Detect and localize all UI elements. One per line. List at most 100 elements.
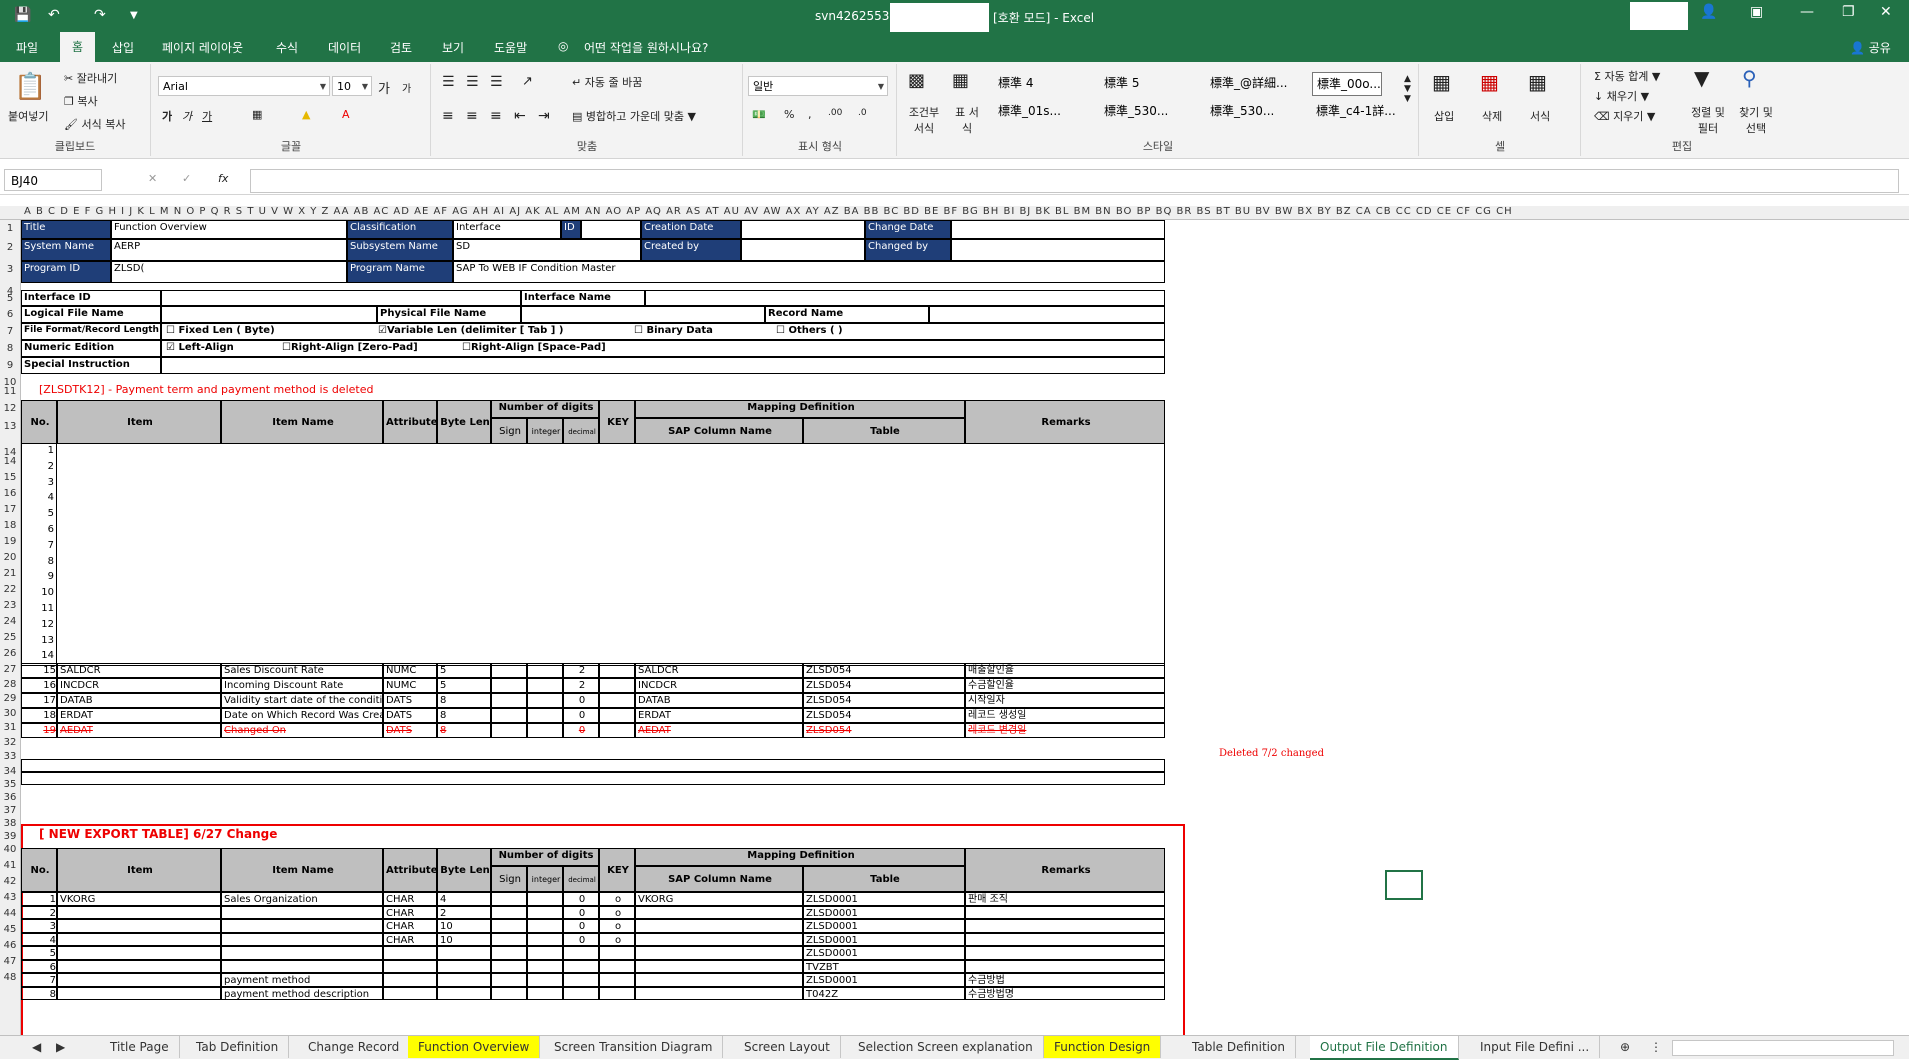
binary-data-option[interactable]: ☐ Binary Data	[634, 324, 713, 337]
row-headers[interactable]: 1 2 3 4 5 6 7 8 9 10 11 12 13 14 14 15 16 17 18 19 20 21 22 23 2…	[0, 220, 21, 1035]
style-item[interactable]: 標準_530...	[1206, 100, 1274, 122]
cell-rem[interactable]: 매출할인율	[965, 663, 1165, 678]
style-item[interactable]: 標準_c4-1詳...	[1312, 100, 1396, 122]
cell-name[interactable]: Changed On	[221, 723, 383, 738]
cell-name[interactable]: Incoming Discount Rate	[221, 678, 383, 693]
cell-item[interactable]: DATAB	[57, 693, 221, 708]
row-number[interactable]: 42	[0, 876, 20, 887]
cell-no[interactable]: 7	[21, 973, 57, 987]
grow-font-button[interactable]: 가	[378, 78, 390, 97]
row-number[interactable]: 39	[0, 831, 20, 842]
cell-sap[interactable]	[635, 986, 803, 1000]
cell-rem[interactable]	[965, 932, 1165, 946]
cell-empty[interactable]	[527, 905, 563, 919]
column-headers[interactable]: A B C D E F G H I J K L M N O P Q R S T …	[0, 206, 1909, 220]
delete-cells-icon[interactable]: ▦	[1480, 70, 1499, 94]
row-number[interactable]: 41	[0, 860, 20, 871]
sheet-tab[interactable]: Title Page	[100, 1036, 180, 1058]
cell-item[interactable]	[57, 919, 221, 933]
row-number[interactable]: 44	[0, 908, 20, 919]
cell-name[interactable]: Sales Organization	[221, 892, 383, 906]
cell-item[interactable]	[57, 959, 221, 973]
cell-sap[interactable]	[635, 959, 803, 973]
format-painter-button[interactable]: 🖌 서식 복사	[64, 116, 125, 132]
cell-dec[interactable]: 2	[563, 678, 599, 693]
fill-button[interactable]: ↓ 채우기 ▼	[1594, 88, 1649, 104]
cell-attr[interactable]: DATS	[383, 693, 437, 708]
number-format-combo[interactable]: 일반 ▼	[748, 76, 888, 96]
bold-button[interactable]: 가	[162, 108, 172, 124]
worksheet[interactable]: Title Function Overview Classification I…	[21, 220, 1909, 1035]
cell-attr[interactable]	[383, 986, 437, 1000]
cell-rem[interactable]: 레코드 생성일	[965, 708, 1165, 723]
cancel-icon[interactable]: ✕	[148, 172, 157, 185]
row-number[interactable]: 27	[0, 664, 20, 675]
sheet-tab[interactable]: Screen Layout	[734, 1036, 841, 1058]
cell-key[interactable]	[599, 959, 635, 973]
align-middle-icon[interactable]: ☰	[466, 74, 479, 90]
cell-len[interactable]: 8	[437, 723, 491, 738]
cell-attr[interactable]: CHAR	[383, 892, 437, 906]
cell-empty[interactable]	[491, 959, 527, 973]
sheet-tab[interactable]: Selection Screen explanation	[848, 1036, 1044, 1058]
more-options-icon[interactable]: ⋮	[1640, 1036, 1672, 1058]
cell-no[interactable]: 4	[21, 932, 57, 946]
cell-no[interactable]: 6	[21, 959, 57, 973]
tab-review[interactable]: 검토	[390, 39, 412, 56]
sheet-tab[interactable]: Table Definition	[1182, 1036, 1296, 1058]
cell-empty[interactable]	[491, 892, 527, 906]
cell-empty[interactable]	[491, 919, 527, 933]
cell-rem[interactable]	[965, 919, 1165, 933]
minimize-icon[interactable]: —	[1800, 4, 1814, 20]
row-number[interactable]: 40	[0, 844, 20, 855]
row-number[interactable]: 9	[0, 360, 20, 371]
cell-sap[interactable]: ERDAT	[635, 708, 803, 723]
tell-me-search[interactable]: 어떤 작업을 원하시나요?	[584, 39, 708, 56]
cell-sap[interactable]: VKORG	[635, 892, 803, 906]
selected-cell[interactable]	[1385, 870, 1423, 900]
cell-attr[interactable]: NUMC	[383, 663, 437, 678]
cell-dec[interactable]: 0	[563, 723, 599, 738]
cell-empty[interactable]	[527, 973, 563, 987]
row-number[interactable]: 29	[0, 693, 20, 704]
cell-sap[interactable]	[635, 946, 803, 960]
cell-table[interactable]: ZLSD0001	[803, 932, 965, 946]
cell-key[interactable]	[599, 678, 635, 693]
cell-no[interactable]: 17	[21, 693, 57, 708]
increase-decimal-icon[interactable]: .00	[828, 108, 842, 118]
cell-name[interactable]: Validity start date of the condition	[221, 693, 383, 708]
font-size-combo[interactable]: 10 ▼	[332, 76, 372, 96]
cell-dec[interactable]	[563, 946, 599, 960]
cell-len[interactable]: 10	[437, 932, 491, 946]
cell-no[interactable]: 3	[21, 919, 57, 933]
cell-rem[interactable]: 판매 조직	[965, 892, 1165, 906]
cell-rem[interactable]: 수금할인율	[965, 678, 1165, 693]
cell-empty[interactable]	[527, 932, 563, 946]
underline-button[interactable]: 가	[202, 108, 212, 124]
cell-empty[interactable]	[491, 723, 527, 738]
cell-key[interactable]: o	[599, 892, 635, 906]
tab-file[interactable]: 파일	[16, 39, 38, 56]
horizontal-scrollbar[interactable]	[1672, 1040, 1894, 1056]
cell-empty[interactable]	[527, 678, 563, 693]
cell-table[interactable]: ZLSD0001	[803, 905, 965, 919]
cell-table[interactable]: ZLSD054	[803, 723, 965, 738]
redo-icon[interactable]: ↷	[94, 7, 106, 23]
align-right-icon[interactable]: ≡	[490, 108, 502, 124]
accounting-icon[interactable]: 💵	[752, 108, 766, 121]
customize-qat-icon[interactable]: ▼	[130, 10, 138, 21]
others-option[interactable]: ☐ Others ( )	[776, 324, 843, 337]
cell-empty[interactable]	[527, 693, 563, 708]
row-number[interactable]: 38	[0, 818, 20, 829]
cell-dec[interactable]	[563, 959, 599, 973]
cell-item[interactable]	[57, 946, 221, 960]
cell-dec[interactable]	[563, 973, 599, 987]
cell-empty[interactable]	[527, 959, 563, 973]
cell-empty[interactable]	[491, 693, 527, 708]
row-number[interactable]: 23	[0, 600, 20, 611]
format-table-icon[interactable]: ▦	[952, 70, 969, 91]
cell-no[interactable]: 18	[21, 708, 57, 723]
row-number[interactable]: 28	[0, 679, 20, 690]
cell-table[interactable]: ZLSD054	[803, 708, 965, 723]
row-number[interactable]: 5	[0, 293, 20, 304]
